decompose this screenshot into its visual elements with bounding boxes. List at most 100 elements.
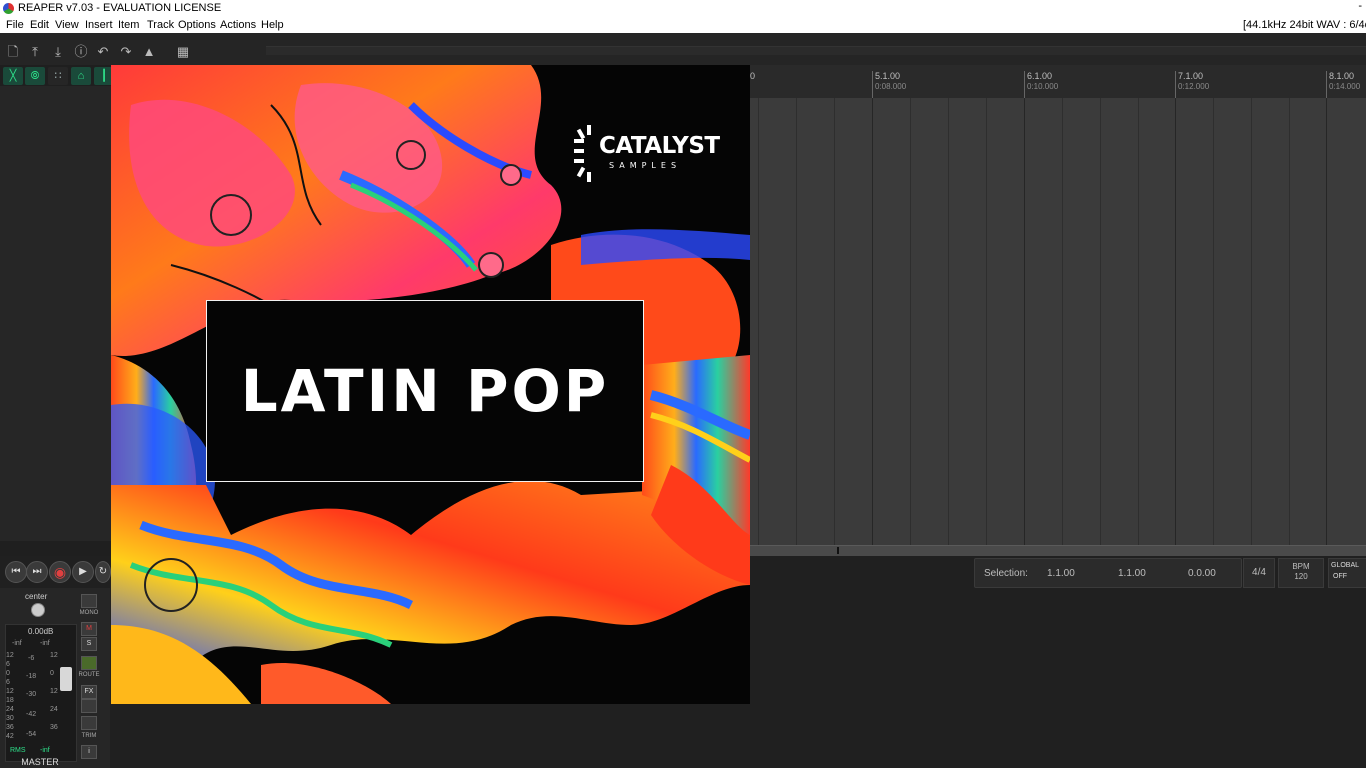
grid-line — [910, 98, 911, 545]
save-project-icon[interactable]: ⤓ — [50, 45, 66, 59]
selection-start[interactable]: 1.1.00 — [1047, 568, 1075, 579]
bpm-display[interactable]: BPM 120 — [1278, 558, 1324, 588]
menu-item[interactable]: Item — [118, 19, 139, 31]
fx-button[interactable]: FX — [81, 685, 97, 699]
scale-right: 12 — [50, 688, 58, 695]
undo-icon[interactable]: ↶ — [95, 45, 111, 59]
open-project-icon[interactable]: ⤒ — [27, 45, 43, 59]
item-grouping-icon[interactable]: ⌂ — [71, 67, 91, 85]
ruler-time-label: 0:08.000 — [875, 82, 907, 91]
track-control-panel[interactable] — [0, 86, 111, 541]
ruler-mark: 5.1.00 0:08.000 — [872, 71, 906, 98]
snap-grid-icon[interactable]: ∷ — [48, 67, 68, 85]
menu-help[interactable]: Help — [261, 19, 284, 31]
repeat-icon[interactable]: ↻ — [95, 561, 111, 583]
master-volume: 0.00dB — [28, 627, 54, 636]
rms-label: RMS — [10, 747, 26, 754]
ruler-bar-label: 8.1.00 — [1329, 71, 1355, 81]
timeline-ruler[interactable]: 0 5.1.00 0:08.000 6.1.00 0:10.000 7.1.00 0:… — [750, 65, 1366, 98]
envelope-icon[interactable]: ╳ — [3, 67, 23, 85]
window-title: REAPER v7.03 - EVALUATION LICENSE — [18, 2, 222, 14]
info-button[interactable]: i — [81, 745, 97, 759]
scale-right: 36 — [50, 724, 58, 731]
album-title: LATIN POP — [240, 357, 610, 425]
go-to-start-icon[interactable]: ⏮ — [5, 561, 27, 583]
trim-label: TRIM — [81, 733, 97, 739]
grid-line — [1062, 98, 1063, 545]
scale-mid: -18 — [26, 673, 37, 680]
selection-label: Selection: — [984, 568, 1028, 579]
selection-length[interactable]: 0.0.00 — [1188, 568, 1216, 579]
redo-icon[interactable]: ↷ — [118, 45, 134, 59]
ruler-mark: 7.1.00 0:12.000 — [1175, 71, 1209, 98]
main-toolbar: 🗋 ⤒ ⤓ ⓘ ↶ ↷ ▲ ▦ — [0, 33, 1366, 65]
time-signature[interactable]: 4/4 — [1243, 558, 1275, 588]
scale-left: 12 — [6, 652, 14, 659]
scale-right: 12 — [50, 652, 58, 659]
volume-fader[interactable] — [60, 667, 72, 691]
metronome-icon[interactable]: ▲ — [141, 45, 157, 59]
minimize-button[interactable]: - — [1358, 0, 1362, 12]
brand-subtitle: SAMPLES — [609, 161, 682, 170]
grid-icon[interactable]: ▦ — [175, 45, 191, 59]
menu-options[interactable]: Options — [178, 19, 216, 31]
route-label: ROUTE — [78, 672, 100, 678]
global-automation[interactable]: GLOBAL OFF — [1328, 558, 1366, 588]
grid-line — [872, 98, 873, 545]
horizontal-scrollbar[interactable] — [750, 545, 1366, 556]
ruler-time-label: 0:10.000 — [1027, 82, 1059, 91]
project-info-icon[interactable]: ⓘ — [73, 45, 89, 59]
title-box: LATIN POP — [206, 300, 644, 482]
ripple-link-icon[interactable]: ⦾ — [25, 67, 45, 85]
bpm-value: 120 — [1294, 572, 1308, 581]
scale-left: 36 — [6, 724, 14, 731]
ruler-bar-label: 6.1.00 — [1027, 71, 1053, 81]
scale-left: 6 — [6, 661, 10, 668]
global-state: OFF — [1333, 573, 1347, 580]
grid-line — [1326, 98, 1327, 545]
record-icon[interactable]: ◉ — [49, 561, 71, 583]
menu-bar: File Edit View Insert Item Track Options… — [0, 17, 1366, 33]
title-bar: REAPER v7.03 - EVALUATION LICENSE - — [0, 0, 1366, 17]
mono-button[interactable] — [81, 594, 97, 608]
ruler-mark: 6.1.00 0:10.000 — [1024, 71, 1058, 98]
mono-label: MONO — [79, 610, 99, 616]
go-to-end-icon[interactable]: ⏭ — [26, 561, 48, 583]
play-icon[interactable]: ▶ — [72, 561, 94, 583]
menu-edit[interactable]: Edit — [30, 19, 49, 31]
selection-end[interactable]: 1.1.00 — [1118, 568, 1146, 579]
grid-line — [1213, 98, 1214, 545]
scale-left: 30 — [6, 715, 14, 722]
rms-value: -inf — [40, 747, 50, 754]
scroll-thumb[interactable] — [837, 547, 839, 554]
pan-knob[interactable] — [31, 603, 45, 617]
grid-line — [1175, 98, 1176, 545]
peak-left: -inf — [12, 640, 22, 647]
arrange-view[interactable] — [750, 98, 1366, 545]
menu-actions[interactable]: Actions — [220, 19, 256, 31]
route-button[interactable] — [81, 656, 97, 670]
menu-view[interactable]: View — [55, 19, 79, 31]
trim-button[interactable] — [81, 716, 97, 730]
global-label: GLOBAL — [1331, 562, 1360, 569]
scale-mid: -6 — [28, 655, 35, 662]
mute-button[interactable]: M — [81, 622, 97, 636]
scale-left: 18 — [6, 697, 14, 704]
fx-bypass-button[interactable] — [81, 699, 97, 713]
menu-insert[interactable]: Insert — [85, 19, 113, 31]
scale-mid: -54 — [26, 731, 37, 738]
grid-line — [758, 98, 759, 545]
menu-track[interactable]: Track — [147, 19, 174, 31]
ruler-mark: 8.1.00 0:14.000 — [1326, 71, 1360, 98]
menu-file[interactable]: File — [6, 19, 24, 31]
pan-label: center — [25, 592, 48, 601]
ruler-mark-fragment: 0 — [750, 71, 756, 81]
master-mixer-strip: center 0.00dB -inf -inf 12 6 0 6 12 18 2… — [0, 588, 110, 768]
scale-mid: -30 — [26, 691, 37, 698]
new-project-icon[interactable]: 🗋 — [5, 45, 21, 59]
audio-device-status: [44.1kHz 24bit WAV : 6/4ch 256 — [1243, 19, 1366, 31]
bpm-label: BPM — [1292, 562, 1310, 571]
scale-right: 0 — [50, 670, 54, 677]
solo-button[interactable]: S — [81, 637, 97, 651]
album-artwork: CATALYST SAMPLES LATIN POP — [111, 65, 750, 704]
